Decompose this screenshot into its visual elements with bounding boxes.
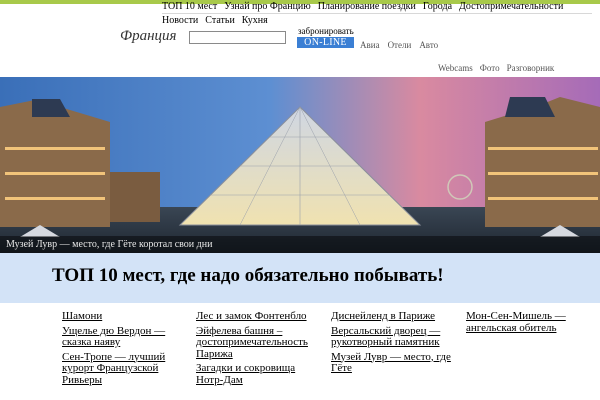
search-input[interactable] bbox=[189, 31, 286, 44]
service-cars[interactable]: Авто bbox=[419, 40, 438, 50]
list-item[interactable]: Мон-Сен-Мишель — ангельская обитель bbox=[466, 310, 591, 334]
top10-list: Шамони Ущелье дю Вердон — сказка наяву С… bbox=[0, 303, 600, 400]
top-navigation: ТОП 10 мест Узнай про Францию Планирован… bbox=[162, 1, 592, 26]
link-webcams[interactable]: Webcams bbox=[438, 63, 473, 73]
hero-caption: Музей Лувр — место, где Гёте коротал сво… bbox=[0, 236, 600, 253]
link-photos[interactable]: Фото bbox=[480, 63, 500, 73]
list-item[interactable]: Ущелье дю Вердон — сказка наяву bbox=[62, 325, 187, 349]
list-item[interactable]: Музей Лувр — место, где Гёте bbox=[331, 351, 456, 375]
nav-cuisine[interactable]: Кухня bbox=[242, 15, 268, 26]
section-title: ТОП 10 мест, где надо обязательно побыва… bbox=[52, 265, 444, 286]
site-logo[interactable]: Франция bbox=[120, 28, 176, 45]
top10-section: ТОП 10 мест, где надо обязательно побыва… bbox=[0, 253, 600, 400]
list-item[interactable]: Лес и замок Фонтенбло bbox=[196, 310, 321, 323]
booking-services: Авиа Отели Авто bbox=[360, 40, 438, 50]
nav-cities[interactable]: Города bbox=[423, 1, 452, 12]
nav-about-france[interactable]: Узнай про Францию bbox=[224, 1, 311, 12]
list-item[interactable]: Сен-Тропе — лучший курорт Французской Ри… bbox=[62, 351, 187, 387]
list-item[interactable]: Загадки и сокровища Нотр-Дам bbox=[196, 362, 321, 386]
list-column-1: Шамони Ущелье дю Вердон — сказка наяву С… bbox=[62, 310, 187, 389]
nav-news[interactable]: Новости bbox=[162, 15, 198, 26]
top-nav-row-1: ТОП 10 мест Узнай про Францию Планирован… bbox=[162, 1, 592, 12]
top-nav-row-2: Новости Статьи Кухня bbox=[162, 15, 592, 26]
list-item[interactable]: Шамони bbox=[62, 310, 187, 323]
service-hotels[interactable]: Отели bbox=[388, 40, 412, 50]
list-column-3: Диснейленд в Париже Версальский дворец —… bbox=[331, 310, 456, 378]
list-item[interactable]: Эйфелева башня – достопримечательность П… bbox=[196, 325, 321, 361]
nav-trip-planning[interactable]: Планирование поездки bbox=[318, 1, 416, 12]
list-item[interactable]: Диснейленд в Париже bbox=[331, 310, 456, 323]
extra-links: Webcams Фото Разговорник bbox=[438, 63, 554, 73]
nav-divider bbox=[162, 13, 592, 14]
list-item[interactable]: Версальский дворец — рукотворный памятни… bbox=[331, 325, 456, 349]
link-phrasebook[interactable]: Разговорник bbox=[507, 63, 555, 73]
list-column-2: Лес и замок Фонтенбло Эйфелева башня – д… bbox=[196, 310, 321, 389]
booking-online-button[interactable]: ON-LINE bbox=[297, 37, 354, 48]
list-column-4: Мон-Сен-Мишель — ангельская обитель bbox=[466, 310, 591, 337]
booking-label: забронировать bbox=[298, 26, 354, 36]
louvre-photo bbox=[0, 77, 600, 253]
hero-banner[interactable]: Музей Лувр — место, где Гёте коротал сво… bbox=[0, 77, 600, 253]
service-flights[interactable]: Авиа bbox=[360, 40, 380, 50]
nav-sights[interactable]: Достопримечательности bbox=[459, 1, 563, 12]
nav-articles[interactable]: Статьи bbox=[205, 15, 235, 26]
nav-top10[interactable]: ТОП 10 мест bbox=[162, 1, 217, 12]
